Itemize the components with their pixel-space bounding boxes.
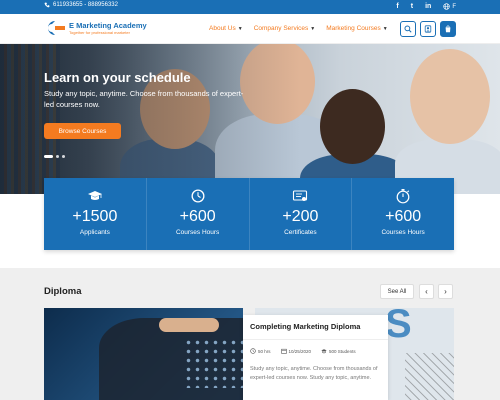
stat-label: Applicants (79, 229, 110, 236)
language-switcher[interactable]: F (443, 3, 456, 10)
divider (243, 339, 388, 340)
facebook-icon[interactable]: f (396, 2, 398, 11)
stopwatch-icon (396, 189, 410, 204)
search-icon (404, 25, 412, 33)
course-description: Study any topic, anytime. Choose from th… (250, 366, 378, 381)
course-hours: 50 hrs (250, 348, 271, 354)
previous-button[interactable]: ‹ (419, 284, 434, 299)
carousel-dot[interactable] (44, 155, 53, 158)
phone-number: 611933655 - 888956332 (53, 2, 118, 8)
section-title: Diploma (44, 286, 82, 297)
logo-mark (48, 21, 65, 35)
date-value: 10/25/2020 (288, 348, 312, 354)
phone-contact[interactable]: 611933655 - 888956332 (44, 2, 118, 8)
course-students: 500 Students (321, 348, 356, 354)
course-card[interactable]: Completing Marketing Diploma 50 hrs 10/2… (243, 315, 388, 400)
carousel-dot[interactable] (62, 155, 65, 158)
phone-icon (44, 2, 50, 8)
site-header: E Marketing Academy Together for profess… (0, 14, 500, 44)
cart-button[interactable] (440, 21, 456, 37)
hero-subtitle: Study any topic, anytime. Choose from th… (44, 89, 244, 109)
stat-value: +600 (385, 208, 422, 225)
nav-label: About Us (209, 25, 236, 32)
stat-courses-hours: +600 Courses Hours (147, 178, 250, 250)
hero-overlay (0, 44, 500, 194)
calendar-icon (280, 348, 287, 354)
chevron-down-icon: ▼ (237, 25, 243, 32)
globe-icon (443, 3, 450, 10)
logo-tagline: Together for professional marketer (69, 30, 130, 35)
stat-label: Courses Hours (381, 229, 425, 236)
hero-banner: Learn on your schedule Study any topic, … (0, 44, 500, 194)
clock-icon (250, 348, 256, 354)
search-button[interactable] (400, 21, 416, 37)
language-code: F (452, 3, 456, 10)
course-date: 10/25/2020 (280, 348, 312, 354)
stat-courses-hours-2: +600 Courses Hours (352, 178, 454, 250)
stat-label: Courses Hours (175, 229, 220, 236)
stat-value: +600 (179, 208, 216, 225)
linkedin-icon[interactable]: in (425, 2, 431, 11)
chevron-right-icon: › (444, 287, 447, 296)
stat-label: Certificates (284, 229, 317, 236)
certificate-icon (293, 190, 308, 201)
stats-panel: +1500 Applicants +600 Courses Hours +200… (44, 178, 454, 250)
stat-certificates: +200 Certificates (250, 178, 353, 250)
top-bar: 611933655 - 888956332 f t in F (0, 0, 500, 14)
cart-icon (445, 25, 451, 33)
logo-title: E Marketing Academy (69, 21, 147, 30)
carousel-dots (44, 155, 65, 158)
hours-value: 50 hrs (258, 348, 271, 354)
course-meta: 50 hrs 10/25/2020 500 Students (250, 348, 356, 354)
stat-value: +200 (282, 208, 319, 225)
nav-item-about-us[interactable]: About Us ▼ (209, 25, 243, 32)
nav-label: Company Services (253, 25, 309, 32)
students-icon (321, 349, 327, 354)
nav-item-marketing-courses[interactable]: Marketing Courses ▼ (326, 25, 388, 32)
browse-courses-button[interactable]: Browse Courses (44, 123, 121, 139)
user-icon (424, 25, 432, 33)
hero-title: Learn on your schedule (44, 70, 191, 85)
chevron-down-icon: ▼ (382, 25, 388, 32)
carousel-dot[interactable] (56, 155, 59, 158)
course-image[interactable] (44, 308, 243, 400)
stat-applicants: +1500 Applicants (44, 178, 147, 250)
twitter-icon[interactable]: t (411, 2, 413, 11)
students-value: 500 Students (329, 348, 356, 354)
account-button[interactable] (420, 21, 436, 37)
graduation-cap-icon (87, 191, 102, 200)
nav-label: Marketing Courses (326, 25, 381, 32)
logo[interactable]: E Marketing Academy Together for profess… (44, 20, 147, 36)
nav-item-company-services[interactable]: Company Services ▼ (254, 25, 316, 32)
chevron-left-icon: ‹ (425, 287, 428, 296)
diploma-section: Diploma See All ‹ › S Completing Marketi… (0, 268, 500, 400)
course-title[interactable]: Completing Marketing Diploma (250, 322, 360, 331)
see-all-button[interactable]: See All (380, 284, 414, 299)
main-nav: About Us ▼ Company Services ▼ Marketing … (209, 25, 388, 32)
next-button[interactable]: › (438, 284, 453, 299)
clock-icon (191, 189, 205, 203)
stat-value: +1500 (72, 208, 118, 225)
chevron-down-icon: ▼ (310, 25, 316, 32)
